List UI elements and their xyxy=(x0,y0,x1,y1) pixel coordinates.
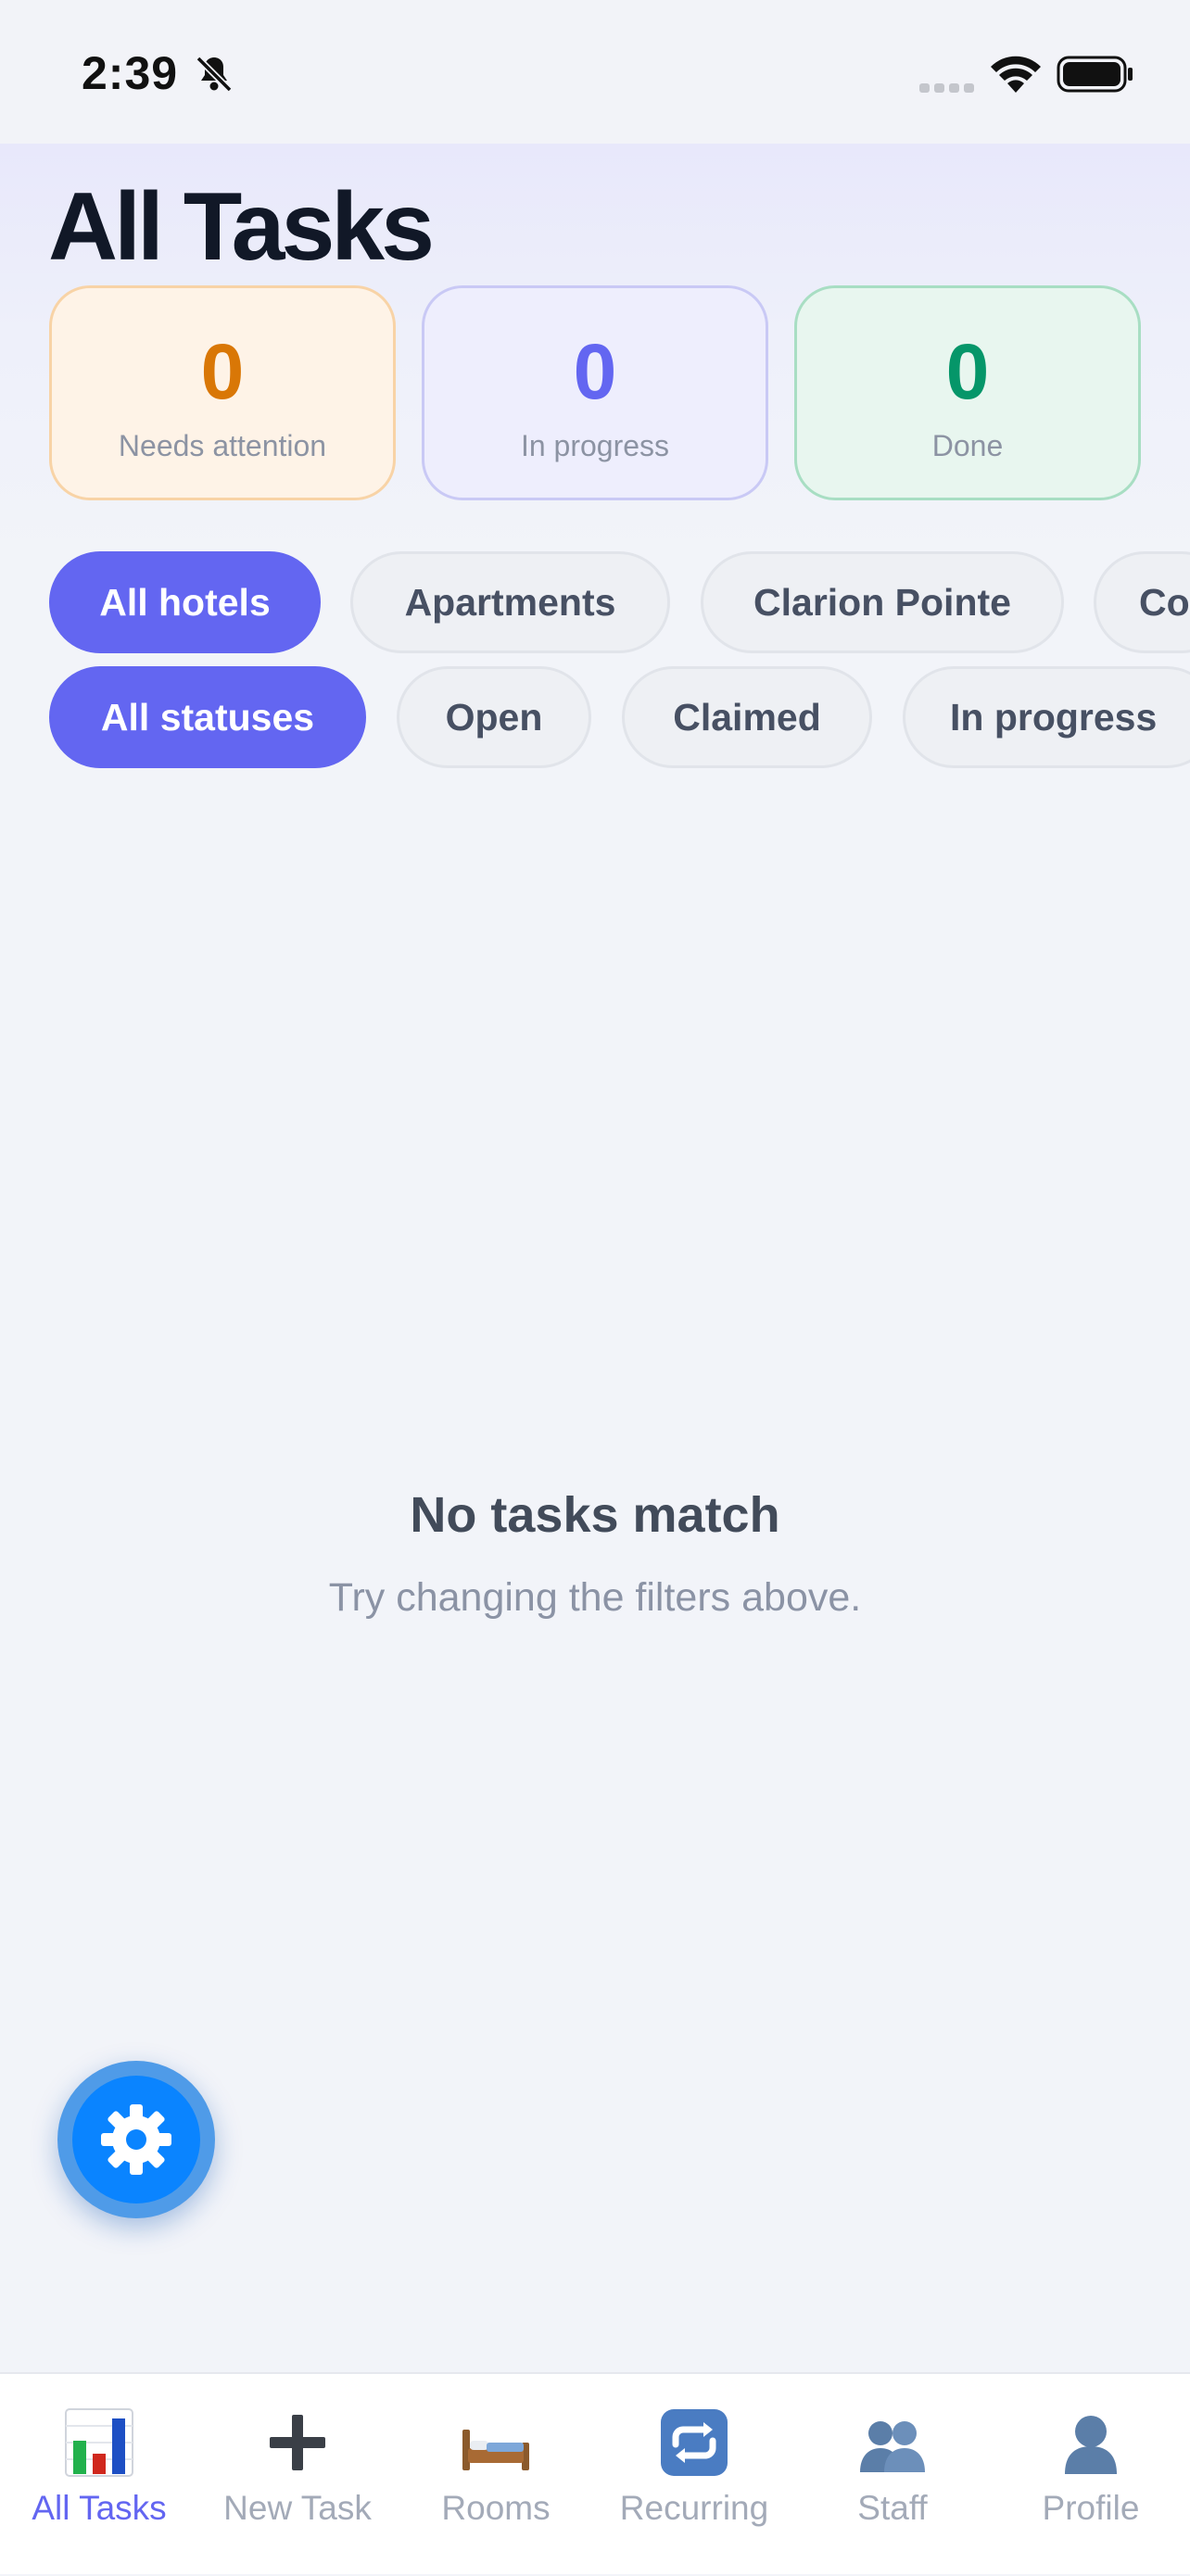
stat-value: 0 xyxy=(200,328,245,415)
tab-label: Profile xyxy=(1042,2489,1140,2527)
bed-icon xyxy=(462,2430,529,2470)
tab-label: All Tasks xyxy=(32,2489,167,2527)
stat-value: 0 xyxy=(945,328,990,415)
tab-bar: All Tasks New Task Rooms Recurring Staff… xyxy=(0,2372,1190,2574)
hotel-filter-row: All hotels Apartments Clarion Pointe Co xyxy=(0,551,1190,655)
wifi-icon xyxy=(991,56,1041,93)
stat-card-done[interactable]: 0 Done xyxy=(794,285,1141,500)
stat-card-in-progress[interactable]: 0 In progress xyxy=(422,285,768,500)
tab-label: Rooms xyxy=(441,2489,551,2527)
page-title: All Tasks xyxy=(48,173,435,281)
battery-icon xyxy=(1057,56,1133,93)
stat-label: In progress xyxy=(520,429,670,462)
tab-label: Staff xyxy=(857,2489,928,2527)
tab-label: Recurring xyxy=(619,2489,769,2527)
tab-all-tasks[interactable]: All Tasks xyxy=(0,2374,198,2576)
chip-hotel-partial[interactable]: Co xyxy=(1094,551,1190,653)
tab-new-task[interactable]: New Task xyxy=(198,2374,397,2576)
stat-value: 0 xyxy=(573,328,617,415)
cellular-signal-icon xyxy=(919,83,974,93)
chip-open[interactable]: Open xyxy=(397,666,591,768)
chip-claimed[interactable]: Claimed xyxy=(622,666,872,768)
tab-staff[interactable]: Staff xyxy=(793,2374,992,2576)
gear-icon xyxy=(101,2104,171,2175)
stat-card-needs-attention[interactable]: 0 Needs attention xyxy=(49,285,396,500)
plus-icon xyxy=(270,2415,325,2470)
stat-label: Needs attention xyxy=(118,429,327,462)
chip-in-progress[interactable]: In progress xyxy=(903,666,1190,768)
status-filter-row: All statuses Open Claimed In progress xyxy=(0,666,1190,770)
tab-rooms[interactable]: Rooms xyxy=(397,2374,595,2576)
people-icon xyxy=(860,2421,925,2472)
stat-label: Done xyxy=(931,429,1004,462)
person-icon xyxy=(1065,2416,1117,2474)
tab-label: New Task xyxy=(223,2489,372,2527)
bar-chart-icon xyxy=(65,2408,133,2477)
status-time: 2:39 xyxy=(82,47,179,99)
settings-fab-button[interactable] xyxy=(57,2061,215,2218)
chip-all-hotels[interactable]: All hotels xyxy=(49,551,321,653)
empty-state-subtitle: Try changing the filters above. xyxy=(328,1575,862,1620)
empty-state-title: No tasks match xyxy=(410,1487,780,1543)
chip-all-statuses[interactable]: All statuses xyxy=(49,666,366,768)
chip-clarion-pointe[interactable]: Clarion Pointe xyxy=(701,551,1064,653)
bell-slash-icon xyxy=(196,56,233,93)
repeat-icon xyxy=(661,2409,728,2476)
tab-profile[interactable]: Profile xyxy=(992,2374,1190,2576)
tab-recurring[interactable]: Recurring xyxy=(595,2374,793,2576)
chip-apartments[interactable]: Apartments xyxy=(350,551,670,653)
status-bar: 2:39 xyxy=(0,0,1190,144)
